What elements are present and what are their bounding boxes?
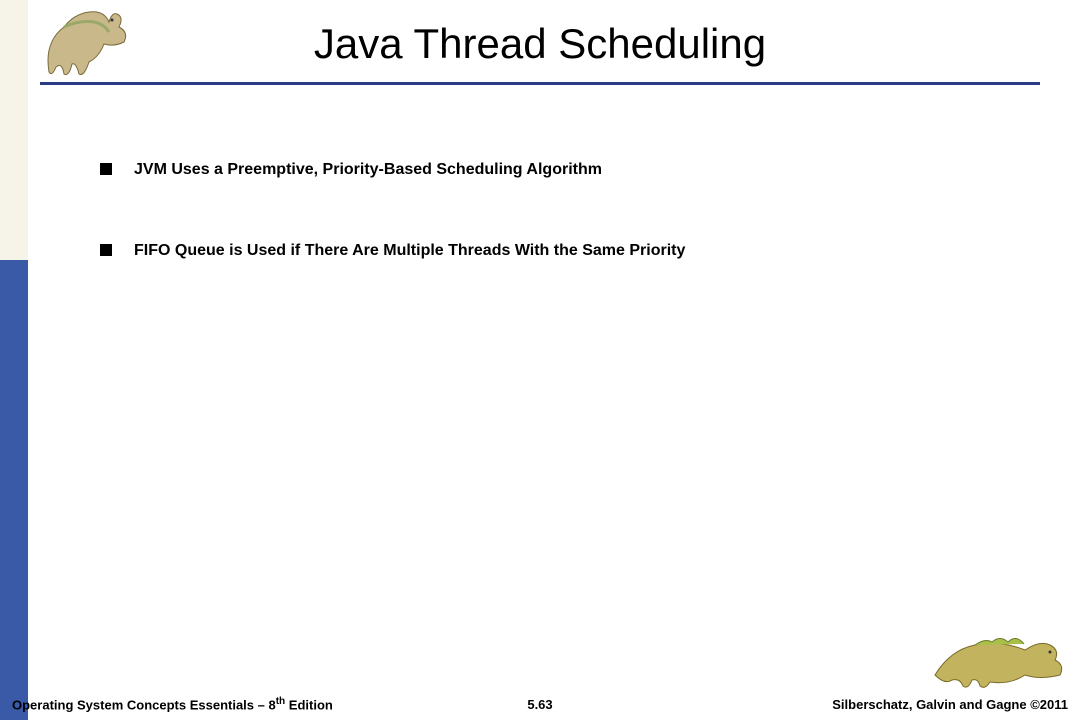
- dinosaur-bottom-icon: [930, 620, 1070, 690]
- bullet-text: FIFO Queue is Used if There Are Multiple…: [134, 241, 685, 262]
- slide: Java Thread Scheduling JVM Uses a Preemp…: [0, 0, 1080, 720]
- bullet-square-icon: [100, 244, 112, 256]
- bullet-item: JVM Uses a Preemptive, Priority-Based Sc…: [100, 160, 1020, 181]
- footer: Operating System Concepts Essentials – 8…: [0, 690, 1080, 712]
- content-area: JVM Uses a Preemptive, Priority-Based Sc…: [100, 160, 1020, 322]
- bullet-text: JVM Uses a Preemptive, Priority-Based Sc…: [134, 160, 602, 181]
- slide-title: Java Thread Scheduling: [0, 20, 1080, 68]
- title-underline: [40, 82, 1040, 85]
- footer-right: Silberschatz, Galvin and Gagne ©2011: [832, 697, 1068, 712]
- bullet-item: FIFO Queue is Used if There Are Multiple…: [100, 241, 1020, 262]
- sidebar-bottom: [0, 260, 28, 720]
- bullet-square-icon: [100, 163, 112, 175]
